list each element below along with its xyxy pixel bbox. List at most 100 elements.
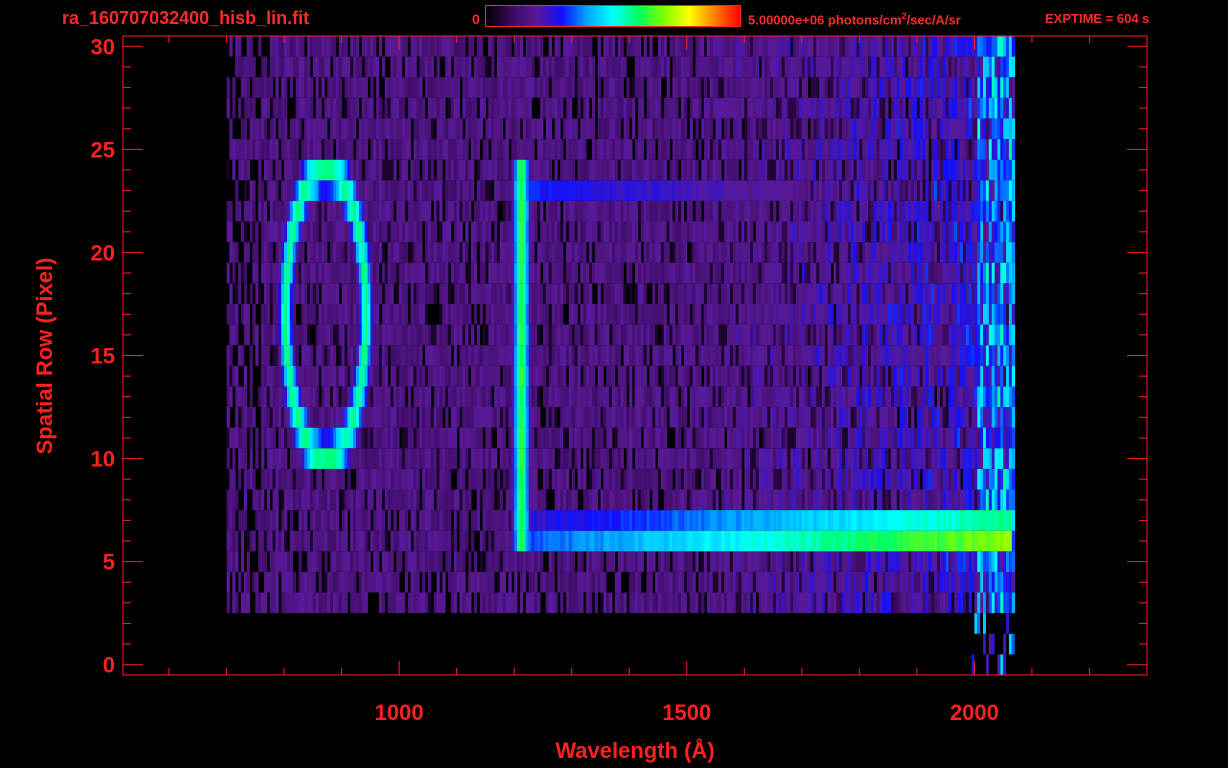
heatmap-cell — [819, 592, 823, 614]
heatmap-cell — [856, 283, 860, 304]
heatmap-cell — [617, 262, 621, 284]
heatmap-cell — [551, 345, 555, 366]
heatmap-cell — [600, 407, 604, 428]
heatmap-cell — [951, 386, 955, 407]
heatmap-cell — [991, 571, 995, 593]
heatmap-cell — [436, 551, 440, 572]
heatmap-cell — [563, 489, 567, 511]
heatmap-cell — [586, 200, 590, 222]
heatmap-cell — [925, 427, 929, 449]
heatmap-cell — [727, 468, 731, 490]
heatmap-cell — [258, 510, 262, 531]
heatmap-cell — [704, 468, 708, 490]
heatmap-cell — [255, 324, 259, 346]
heatmap-cell — [1003, 551, 1007, 572]
heatmap-cell — [971, 242, 975, 263]
heatmap-cell — [327, 571, 331, 593]
heatmap-cell — [709, 407, 714, 428]
heatmap-cell — [698, 242, 702, 263]
heatmap-cell — [718, 407, 722, 428]
heatmap-cell — [865, 345, 869, 366]
heatmap-cell — [597, 365, 601, 387]
heatmap-cell — [845, 510, 849, 531]
heatmap-cell — [948, 510, 952, 531]
heatmap-cell — [534, 324, 538, 346]
heatmap-cell — [965, 468, 970, 490]
heatmap-cell — [353, 262, 357, 284]
heatmap-cell — [278, 530, 282, 552]
heatmap-cell — [571, 345, 575, 366]
heatmap-cell — [988, 283, 993, 304]
heatmap-cell — [289, 365, 294, 387]
heatmap-cell — [353, 489, 357, 511]
heatmap-cell — [977, 510, 981, 531]
heatmap-cell — [284, 283, 288, 304]
heatmap-cell — [658, 427, 662, 449]
heatmap-cell — [462, 242, 466, 263]
heatmap-cell — [706, 407, 711, 428]
heatmap-cell — [623, 489, 627, 511]
heatmap-cell — [899, 324, 903, 346]
heatmap-cell — [427, 365, 432, 387]
heatmap-cell — [465, 345, 469, 366]
heatmap-cell — [410, 345, 414, 366]
heatmap-cell — [473, 262, 478, 284]
heatmap-cell — [514, 510, 518, 531]
heatmap-cell — [275, 468, 279, 490]
heatmap-cell — [948, 262, 952, 284]
heatmap-cell — [893, 407, 898, 428]
heatmap-cell — [865, 221, 869, 243]
heatmap-cell — [404, 448, 409, 469]
heatmap-cell — [318, 242, 322, 263]
heatmap-cell — [560, 262, 564, 284]
heatmap-cell — [304, 221, 308, 243]
heatmap-cell — [706, 242, 711, 263]
heatmap-cell — [574, 530, 578, 552]
heatmap-cell — [560, 304, 564, 325]
heatmap-cell — [450, 427, 455, 449]
heatmap-cell — [548, 510, 552, 531]
heatmap-cell — [934, 262, 938, 284]
heatmap-cell — [416, 386, 420, 407]
heatmap-cell — [715, 324, 719, 346]
heatmap-cell — [430, 283, 435, 304]
heatmap-cell — [243, 592, 248, 614]
heatmap-cell — [439, 304, 443, 325]
heatmap-cell — [729, 242, 734, 263]
heatmap-cell — [778, 324, 783, 346]
heatmap-cell — [873, 510, 877, 531]
heatmap-cell — [568, 448, 573, 469]
heatmap-cell — [862, 407, 866, 428]
heatmap-cell — [534, 304, 538, 325]
heatmap-cell — [473, 468, 478, 490]
heatmap-cell — [942, 427, 947, 449]
heatmap-cell — [939, 283, 944, 304]
heatmap-cell — [629, 551, 633, 572]
heatmap-cell — [551, 427, 555, 449]
heatmap-cell — [715, 448, 719, 469]
heatmap-cell — [433, 283, 437, 304]
heatmap-cell — [902, 242, 906, 263]
heatmap-cell — [876, 283, 880, 304]
heatmap-cell — [393, 242, 397, 263]
heatmap-cell — [376, 510, 380, 531]
heatmap-cell — [735, 551, 739, 572]
heatmap-cell — [327, 283, 331, 304]
heatmap-cell — [824, 365, 829, 387]
heatmap-cell — [620, 592, 624, 614]
heatmap-cell — [937, 551, 941, 572]
heatmap-cell — [258, 200, 262, 222]
heatmap-cell — [609, 448, 613, 469]
heatmap-cell — [706, 468, 711, 490]
heatmap-cell — [1008, 324, 1013, 346]
heatmap-cell — [991, 407, 995, 428]
heatmap-cell — [425, 200, 429, 222]
heatmap-cell — [568, 592, 573, 614]
heatmap-cell — [824, 571, 829, 593]
heatmap-cell — [263, 365, 268, 387]
heatmap-cell — [655, 592, 659, 614]
heatmap-cell — [868, 221, 872, 243]
heatmap-cell — [850, 551, 854, 572]
heatmap-cell — [974, 530, 978, 552]
heatmap-cell — [617, 592, 621, 614]
